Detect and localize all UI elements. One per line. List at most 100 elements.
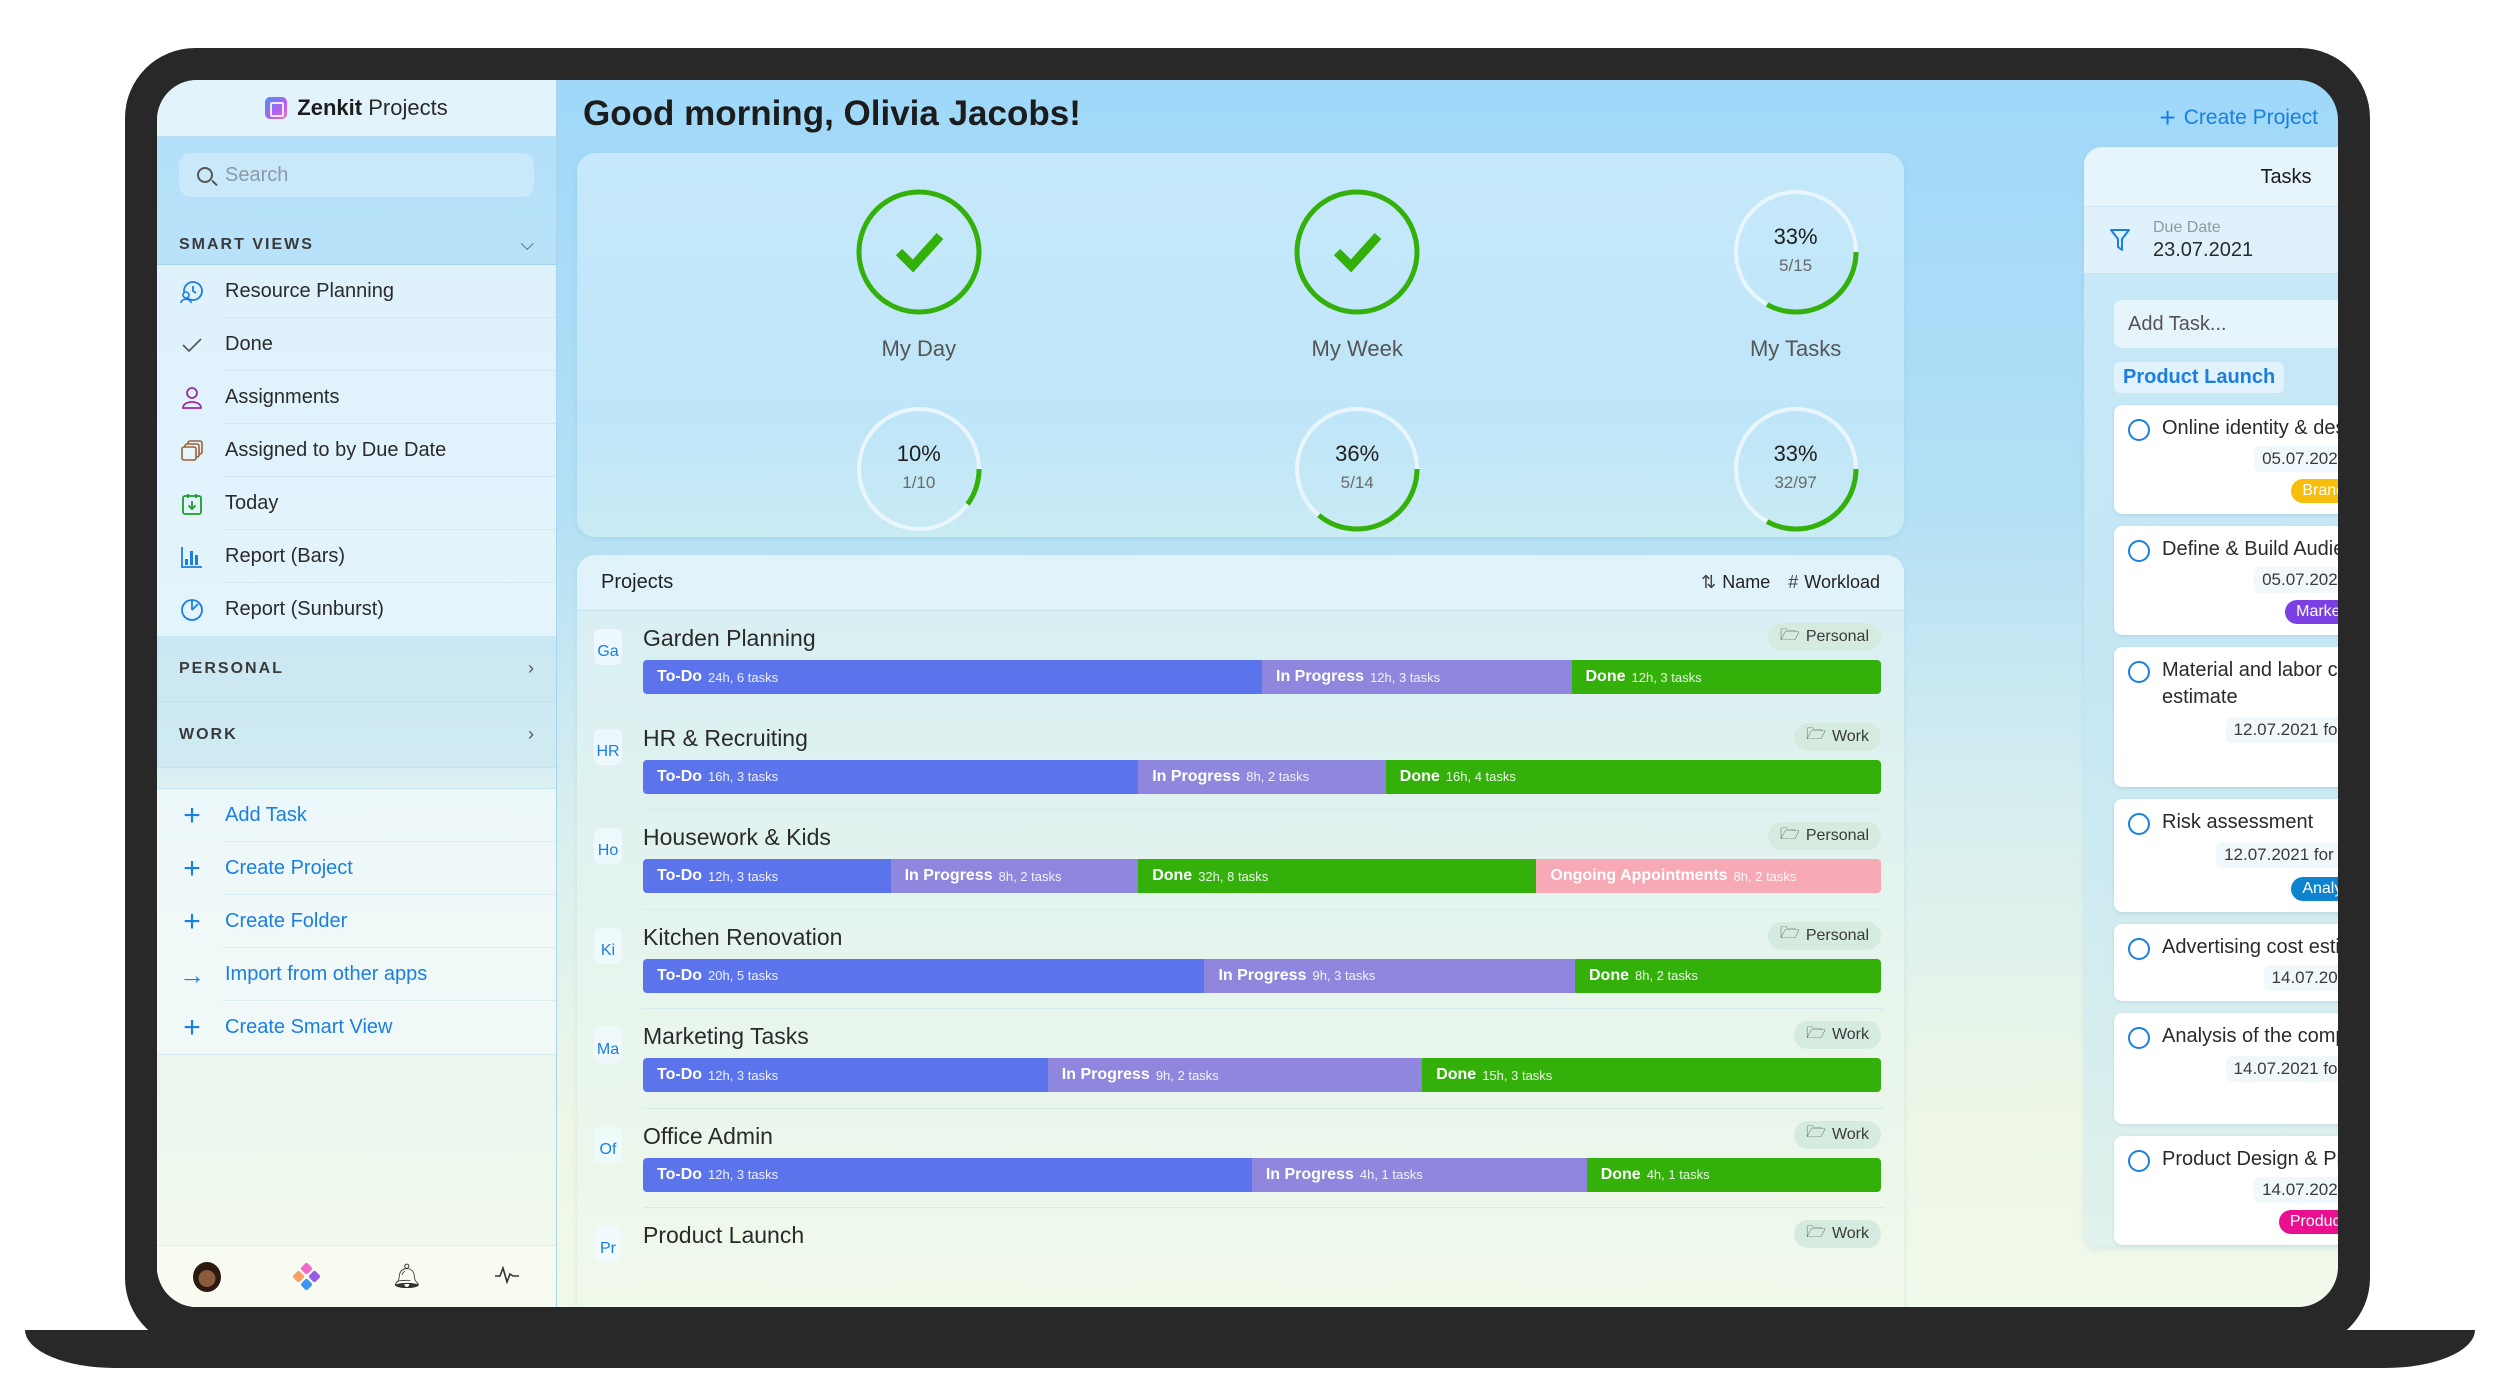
action-create-project[interactable]: + Create Project bbox=[157, 842, 556, 895]
task-tag[interactable]: Analytics bbox=[2291, 877, 2338, 901]
sidebar-item-today[interactable]: Today bbox=[157, 477, 556, 530]
sort-by-name[interactable]: ⇅ Name bbox=[1701, 572, 1770, 593]
workload-segment-done[interactable]: Done 15h, 3 tasks bbox=[1422, 1058, 1881, 1092]
workload-segment-done[interactable]: Done 8h, 2 tasks bbox=[1574, 958, 1881, 993]
stat-my-tasks[interactable]: 33% 5/15 My Tasks bbox=[1696, 188, 1896, 362]
project-row[interactable]: Ga Garden Planning 🗁︎ Personal To-Do 24h, 6 t… bbox=[577, 611, 1904, 711]
apps-icon[interactable] bbox=[292, 1261, 322, 1291]
task-card[interactable]: Analysis of the competition 14.07.2021 fo… bbox=[2114, 1013, 2338, 1124]
segment-status: Done bbox=[1588, 966, 1629, 984]
stat-my-week[interactable]: My Week bbox=[1257, 188, 1457, 362]
project-folder-badge[interactable]: 🗁︎ Personal bbox=[1768, 623, 1881, 651]
task-checkbox[interactable] bbox=[2128, 1150, 2150, 1172]
group-work[interactable]: WORK › bbox=[157, 702, 556, 768]
workload-segment-in-progress[interactable]: In Progress 12h, 3 tasks bbox=[1262, 660, 1572, 694]
task-title: Material and labor cost estimate bbox=[2162, 659, 2338, 708]
segment-status: Done bbox=[1152, 867, 1193, 884]
project-name: Garden Planning bbox=[643, 625, 816, 651]
workload-segment-in-progress[interactable]: In Progress 8h, 2 tasks bbox=[1138, 759, 1386, 794]
workload-segment-to-do[interactable]: To-Do 20h, 5 tasks bbox=[643, 958, 1205, 993]
task-group-label[interactable]: Product Launch bbox=[2114, 362, 2285, 393]
sidebar-item-assigned-to-by-due-date[interactable]: Assigned to by Due Date bbox=[157, 424, 556, 477]
workload-segment-done[interactable]: Done 4h, 1 tasks bbox=[1586, 1157, 1881, 1192]
task-card[interactable]: Define & Build Audience 05.07.2021 for 19… bbox=[2114, 526, 2338, 635]
project-row[interactable]: HR HR & Recruiting 🗁︎ Work To-Do 16h, 3 tasks… bbox=[577, 711, 1904, 811]
sort-by-workload[interactable]: # Workload bbox=[1788, 572, 1880, 593]
user-avatar[interactable] bbox=[193, 1261, 222, 1292]
sidebar-item-report-bars[interactable]: Report (Bars) bbox=[157, 530, 556, 583]
app-window: Zenkit Projects Search SMART VIEWS ⌵ Res… bbox=[157, 80, 2338, 1307]
workload-segment-to-do[interactable]: To-Do 24h, 6 tasks bbox=[643, 660, 1262, 694]
segment-detail: 20h, 5 tasks bbox=[708, 968, 779, 983]
task-card[interactable]: Product Design & Production 14.07.2021 fo… bbox=[2114, 1136, 2338, 1245]
stat-my-day[interactable]: My Day bbox=[819, 188, 1019, 362]
task-checkbox[interactable] bbox=[2128, 540, 2150, 562]
smart-views-header[interactable]: SMART VIEWS ⌵ bbox=[157, 225, 556, 265]
workload-segment-in-progress[interactable]: In Progress 9h, 3 tasks bbox=[1204, 958, 1575, 993]
project-folder-badge[interactable]: 🗁︎ Work bbox=[1794, 722, 1881, 751]
sidebar-item-report-sunburst[interactable]: Report (Sunburst) bbox=[157, 583, 556, 636]
project-row[interactable]: Of Office Admin 🗁︎ Work To-Do 12h, 3 tasks In … bbox=[577, 1109, 1904, 1209]
project-folder-badge[interactable]: 🗁︎ Personal bbox=[1768, 822, 1881, 850]
workload-segment-in-progress[interactable]: In Progress 4h, 1 tasks bbox=[1251, 1157, 1587, 1192]
due-date-filter[interactable]: Due Date 23.07.2021 bbox=[2084, 207, 2338, 274]
workload-segment-to-do[interactable]: To-Do 12h, 3 tasks bbox=[643, 859, 891, 893]
project-row[interactable]: Ho Housework & Kids 🗁︎ Personal To-Do 12h, 3 … bbox=[577, 810, 1904, 910]
task-checkbox[interactable] bbox=[2128, 661, 2150, 683]
sidebar: Zenkit Projects Search SMART VIEWS ⌵ Res… bbox=[157, 80, 557, 1307]
stat-this-week[interactable]: 36%5/14This week bbox=[1257, 405, 1457, 579]
task-card[interactable]: Advertising cost estimate 14.07.2021 for … bbox=[2114, 924, 2338, 1001]
segment-status: To-Do bbox=[657, 966, 703, 984]
action-create-folder[interactable]: + Create Folder bbox=[157, 895, 556, 948]
workload-segment-to-do[interactable]: To-Do 12h, 3 tasks bbox=[643, 1157, 1252, 1192]
project-row[interactable]: Ma Marketing Tasks 🗁︎ Work To-Do 12h, 3 tasks… bbox=[577, 1009, 1904, 1109]
add-task-input[interactable]: Add Task... bbox=[2114, 300, 2338, 348]
workload-segment-in-progress[interactable]: In Progress 9h, 2 tasks bbox=[1047, 1058, 1423, 1092]
bell-icon[interactable]: 🔔︎ bbox=[391, 1262, 421, 1291]
task-checkbox[interactable] bbox=[2128, 938, 2150, 960]
project-folder-badge[interactable]: 🗁︎ Work bbox=[1794, 1120, 1881, 1149]
project-folder-badge[interactable]: 🗁︎ Work bbox=[1794, 1220, 1881, 1248]
action-create-smart-view[interactable]: + Create Smart View bbox=[157, 1001, 556, 1054]
group-personal[interactable]: PERSONAL › bbox=[157, 636, 556, 702]
task-chips: 13.00 bbox=[2162, 751, 2338, 777]
task-tag[interactable]: Marketing bbox=[2285, 600, 2338, 624]
task-checkbox[interactable] bbox=[2128, 419, 2150, 441]
project-folder-badge[interactable]: 🗁︎ Work bbox=[1794, 1021, 1881, 1049]
action-import-from-other-apps[interactable]: → Import from other apps bbox=[157, 948, 556, 1001]
workload-segment-to-do[interactable]: To-Do 16h, 3 tasks bbox=[643, 759, 1139, 794]
filter-label: Due Date bbox=[2153, 218, 2221, 236]
activity-icon[interactable] bbox=[494, 1264, 520, 1290]
sidebar-item-resource-planning[interactable]: Resource Planning bbox=[157, 265, 556, 318]
search-input[interactable]: Search bbox=[179, 153, 534, 197]
task-checkbox[interactable] bbox=[2128, 813, 2150, 835]
workload-segment-done[interactable]: Done 16h, 4 tasks bbox=[1385, 759, 1881, 794]
task-card[interactable]: Risk assessment 12.07.2021 for 23 days Ana… bbox=[2114, 799, 2338, 912]
workload-segment-to-do[interactable]: To-Do 12h, 3 tasks bbox=[643, 1058, 1048, 1092]
ring-progress-arc bbox=[856, 189, 982, 315]
smart-views-label: SMART VIEWS bbox=[179, 235, 314, 253]
chevron-right-icon: › bbox=[528, 724, 534, 744]
stat-all-tasks[interactable]: 33%32/97All Tasks bbox=[1696, 405, 1896, 579]
segment-status: Ongoing Appointments bbox=[1550, 867, 1728, 884]
task-meta: 14.07.2021 for 9 days bbox=[2162, 1054, 2338, 1084]
workload-segment-in-progress[interactable]: In Progress 8h, 2 tasks bbox=[890, 859, 1139, 893]
task-card[interactable]: Material and labor cost estimate 12.07.20… bbox=[2114, 647, 2338, 787]
workload-segment-done[interactable]: Done 12h, 3 tasks bbox=[1571, 660, 1881, 694]
action-add-task[interactable]: + Add Task bbox=[157, 789, 556, 842]
stat-today[interactable]: 10%1/10Today bbox=[819, 405, 1019, 579]
task-tag[interactable]: Production bbox=[2278, 1210, 2338, 1234]
sidebar-item-done[interactable]: Done bbox=[157, 318, 556, 371]
sidebar-item-assignments[interactable]: Assignments bbox=[157, 371, 556, 424]
workload-segment-done[interactable]: Done 32h, 8 tasks bbox=[1138, 859, 1537, 893]
workload-segment-ongoing-appointments[interactable]: Ongoing Appointments 8h, 2 tasks bbox=[1536, 859, 1881, 893]
plus-icon: + bbox=[183, 851, 201, 885]
create-project-button[interactable]: + Create Project bbox=[2159, 104, 2318, 132]
task-title: Risk assessment bbox=[2162, 811, 2314, 833]
task-checkbox[interactable] bbox=[2128, 1027, 2150, 1049]
project-folder-badge[interactable]: 🗁︎ Personal bbox=[1768, 921, 1881, 950]
task-tag[interactable]: Branding bbox=[2291, 479, 2338, 503]
project-row[interactable]: Ki Kitchen Renovation 🗁︎ Personal To-Do 20h, … bbox=[577, 910, 1904, 1010]
project-row[interactable]: Pr Product Launch 🗁︎ Work bbox=[577, 1208, 1904, 1307]
task-card[interactable]: Online identity & design 05.07.2021 for 1… bbox=[2114, 405, 2338, 514]
